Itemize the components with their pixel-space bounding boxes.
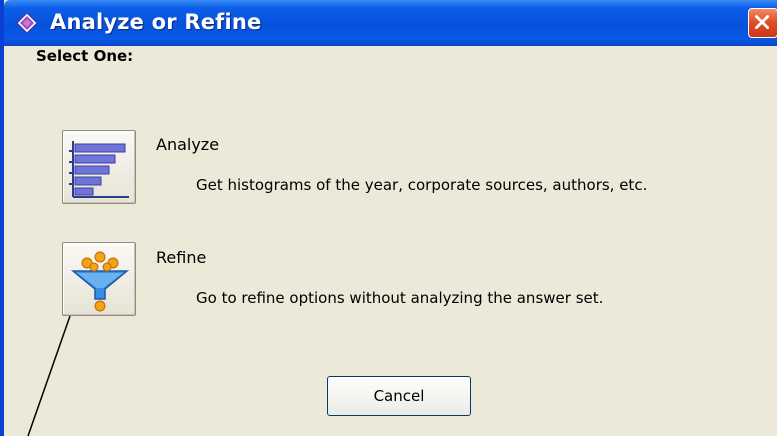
annotation-pointer-line — [27, 315, 71, 436]
